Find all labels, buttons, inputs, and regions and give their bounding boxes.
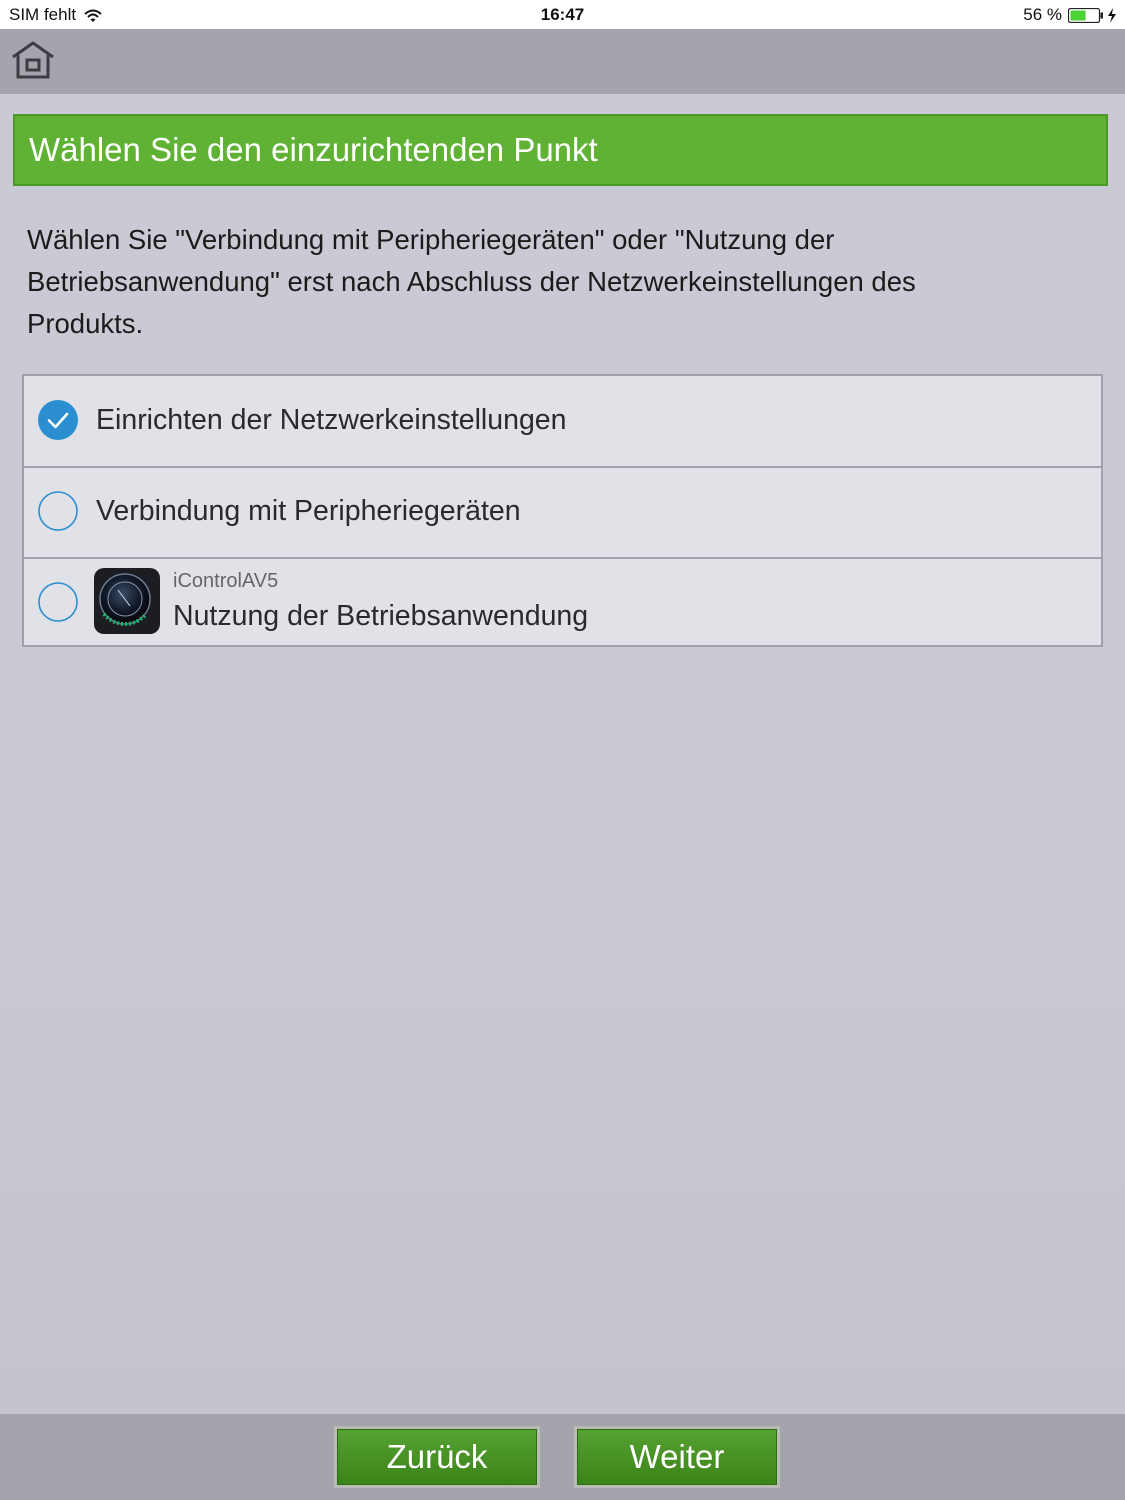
option-operating-app[interactable]: iControlAV5 Nutzung der Betriebsanwendun… (24, 558, 1101, 648)
unchecked-radio-icon[interactable] (38, 582, 78, 622)
option-label: Nutzung der Betriebsanwendung (173, 600, 589, 632)
option-network-settings[interactable]: Einrichten der Netzwerkeinstellungen (24, 376, 1101, 468)
instruction-text: Wählen Sie "Verbindung mit Peripherieger… (27, 224, 916, 339)
main-content: Wählen Sie den einzurichtenden Punkt Wäh… (0, 94, 1125, 1414)
option-peripherals[interactable]: Verbindung mit Peripheriegeräten (24, 467, 1101, 559)
next-button[interactable]: Weiter (574, 1426, 780, 1488)
battery-icon (1067, 7, 1104, 23)
top-toolbar (0, 29, 1125, 94)
back-button[interactable]: Zurück (334, 1426, 540, 1488)
charging-bolt-icon (1107, 7, 1117, 23)
status-bar: SIM fehlt 16:47 56 % (0, 0, 1125, 29)
page-title-bar: Wählen Sie den einzurichtenden Punkt (13, 114, 1108, 186)
battery-percent: 56 % (1023, 5, 1062, 24)
setup-options-list: Einrichten der Netzwerkeinstellungen Ver… (22, 374, 1103, 647)
unchecked-radio-icon[interactable] (38, 491, 78, 531)
clock: 16:47 (540, 5, 585, 24)
page-title: Wählen Sie den einzurichtenden Punkt (29, 131, 598, 168)
option-label: Verbindung mit Peripheriegeräten (96, 495, 521, 527)
checked-radio-icon[interactable] (38, 400, 78, 440)
icontrolav5-app-icon (94, 568, 160, 634)
bottom-toolbar: Zurück Weiter (0, 1414, 1125, 1500)
battery-status: 56 % (1023, 5, 1117, 25)
home-button[interactable] (8, 39, 58, 85)
app-name: iControlAV5 (173, 570, 279, 592)
option-label: Einrichten der Netzwerkeinstellungen (96, 404, 567, 436)
home-icon (12, 41, 54, 79)
